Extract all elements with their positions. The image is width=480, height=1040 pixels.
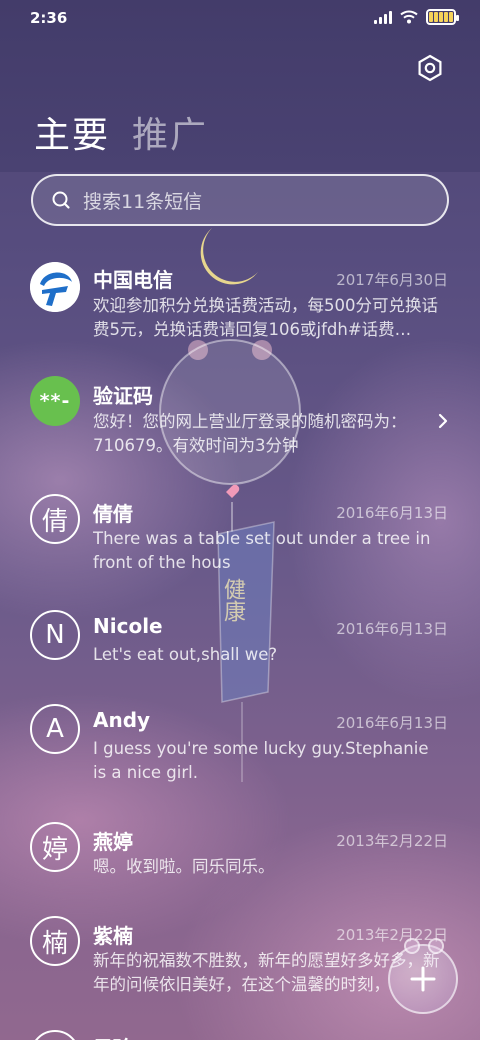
search-input[interactable]: 搜索11条短信	[31, 174, 449, 226]
sender-name: Nicole	[93, 614, 163, 638]
sender-name: 中国电信	[93, 268, 173, 292]
search-placeholder: 搜索11条短信	[83, 190, 203, 213]
message-item-yanting[interactable]: 婷 燕婷 2013年2月22日 嗯。收到啦。同乐同乐。	[0, 818, 480, 898]
message-date: 2016年6月13日	[336, 620, 448, 638]
message-preview: There was a table set out under a tree i…	[93, 529, 431, 572]
sender-name: Andy	[93, 708, 151, 732]
message-item-qianqian[interactable]: 倩 倩倩 2016年6月13日 There was a table set ou…	[0, 490, 480, 594]
contact-avatar: 楠	[30, 916, 80, 966]
settings-hexagon-icon[interactable]	[416, 54, 444, 82]
message-preview: 嗯。收到啦。同乐同乐。	[93, 857, 275, 876]
contact-avatar: N	[30, 610, 80, 660]
signal-icon	[374, 10, 392, 24]
battery-icon	[426, 9, 459, 25]
contact-avatar: A	[30, 704, 80, 754]
message-preview: 欢迎参加积分兑换话费活动，每500分可兑换话费5元，兑换话费请回复106或jfd…	[93, 296, 438, 339]
message-preview: I guess you're some lucky guy.Stephanie …	[93, 739, 429, 782]
message-item-verification-code[interactable]: **- 验证码 您好！您的网上营业厅登录的随机密码为：710679。有效时间为3…	[0, 370, 480, 474]
tab-main[interactable]: 主要	[34, 106, 110, 158]
chevron-right-icon[interactable]	[436, 412, 450, 430]
sender-name: 燕婷	[93, 830, 133, 854]
contact-avatar: 婷	[30, 822, 80, 872]
message-date: 2017年6月30日	[336, 271, 448, 289]
tab-promotion[interactable]: 推广	[132, 106, 208, 158]
contact-avatar: 玲	[30, 1030, 80, 1040]
message-preview: 您好！您的网上营业厅登录的随机密码为：710679。有效时间为3分钟	[93, 412, 407, 455]
fab-ear-right	[428, 938, 444, 954]
china-telecom-logo-icon	[30, 262, 80, 312]
fab-ear-left	[404, 938, 420, 954]
message-date: 2013年2月22日	[336, 832, 448, 850]
message-date: 2016年6月13日	[336, 504, 448, 522]
message-item-andy[interactable]: A Andy 2016年6月13日 I guess you're some lu…	[0, 700, 480, 804]
sender-name: 紫楠	[93, 924, 133, 948]
message-date: 2016年6月13日	[336, 714, 448, 732]
message-item-ziling[interactable]: 玲 子玲	[0, 1026, 480, 1040]
status-bar: 2:36	[0, 0, 480, 36]
sender-name: 倩倩	[93, 502, 133, 526]
status-icons	[374, 9, 459, 25]
search-icon	[52, 191, 70, 209]
wifi-icon	[400, 10, 418, 24]
category-tabs: 主要 推广	[34, 106, 208, 158]
message-item-china-telecom[interactable]: 中国电信 2017年6月30日 欢迎参加积分兑换话费活动，每500分可兑换话费5…	[0, 246, 480, 350]
sender-name: 验证码	[93, 384, 153, 408]
message-preview: Let's eat out,shall we?	[93, 645, 278, 664]
contact-avatar: 倩	[30, 494, 80, 544]
message-item-nicole[interactable]: N Nicole 2016年6月13日 Let's eat out,shall …	[0, 606, 480, 686]
verification-code-avatar: **-	[30, 376, 80, 426]
new-message-button[interactable]	[388, 938, 458, 1014]
plus-icon	[410, 966, 436, 992]
status-time: 2:36	[30, 9, 68, 27]
sender-name: 子玲	[93, 1032, 133, 1040]
